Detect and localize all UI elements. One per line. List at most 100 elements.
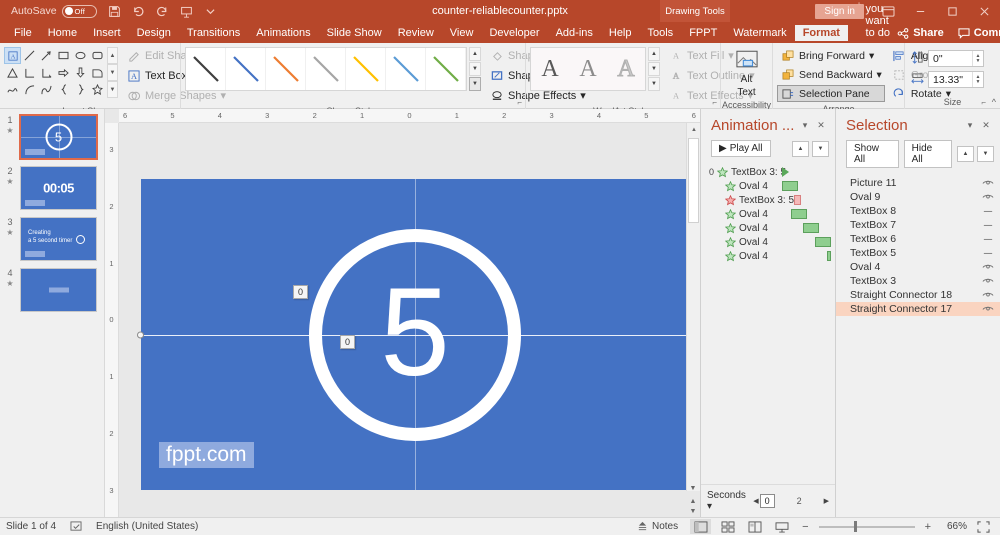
visibility-eye-icon[interactable] [981, 276, 994, 287]
selection-pane-menu-icon[interactable]: ▾ [962, 118, 978, 134]
shape-width-stepper[interactable]: ▲▼ [972, 72, 983, 87]
animation-star-icon[interactable]: ★ [3, 177, 17, 186]
visibility-eye-icon[interactable] [981, 290, 994, 301]
minimize-icon[interactable] [904, 0, 936, 22]
animation-list-item[interactable]: Oval 4 [701, 235, 835, 249]
animation-timeline-bar[interactable] [791, 209, 807, 219]
tab-fppt[interactable]: FPPT [681, 25, 725, 43]
tab-add-ins[interactable]: Add-ins [548, 25, 601, 43]
wordart-style-3[interactable]: A [607, 48, 645, 90]
customize-qat-icon[interactable] [203, 4, 218, 19]
shape-height-input[interactable]: 0" ▲▼ [928, 50, 984, 67]
thumbnail-2[interactable]: 00:05 [20, 166, 97, 210]
animation-timeline-bar[interactable] [782, 181, 798, 191]
vertical-ruler[interactable]: 3 2 1 0 1 2 3 [105, 123, 119, 517]
straight-connector-shape[interactable] [141, 335, 689, 336]
animation-star-icon[interactable]: ★ [3, 228, 17, 237]
redo-icon[interactable] [155, 4, 170, 19]
shape-gallery-scroll[interactable]: ▲ ▼ ▼ [107, 47, 118, 98]
animation-pane-menu-icon[interactable]: ▾ [797, 118, 813, 134]
animation-list-item[interactable]: Oval 4 [701, 249, 835, 263]
chevron-down-icon[interactable]: ▾ [869, 50, 874, 62]
selection-list-item[interactable]: Oval 4 [836, 260, 1000, 274]
animation-list-item[interactable]: Oval 4 [701, 179, 835, 193]
move-object-up-button[interactable]: ▲ [957, 146, 974, 162]
shape-rectangle-icon[interactable] [55, 47, 72, 64]
shape-style-3[interactable] [266, 48, 306, 90]
selection-pane-button[interactable]: Selection Pane [777, 85, 885, 102]
play-all-button[interactable]: ▶ Play All [711, 140, 771, 157]
countdown-number-text[interactable]: 5 [380, 270, 450, 395]
tab-file[interactable]: File [6, 25, 40, 43]
animation-pane-close-icon[interactable]: ✕ [813, 118, 829, 134]
connector-handle-left[interactable] [137, 331, 144, 338]
shape-scribble-icon[interactable] [4, 81, 21, 98]
visibility-eye-icon[interactable] [981, 304, 994, 315]
show-all-button[interactable]: Show All [846, 140, 899, 168]
tab-developer[interactable]: Developer [481, 25, 547, 43]
visibility-hidden-icon[interactable] [981, 234, 994, 245]
wordart-style-1[interactable]: A [531, 48, 569, 90]
wordart-style-2[interactable]: A [569, 48, 607, 90]
tell-me-search[interactable]: Tell me what you want to do [858, 0, 897, 43]
tab-slide-show[interactable]: Slide Show [319, 25, 390, 43]
visibility-eye-icon[interactable] [981, 262, 994, 273]
chevron-down-icon[interactable]: ▾ [877, 69, 882, 81]
view-normal-button[interactable] [690, 519, 711, 534]
shape-right-brace-icon[interactable] [72, 81, 89, 98]
alt-text-button[interactable]: Alt Text [726, 47, 768, 98]
shape-elbow-icon[interactable] [38, 64, 55, 81]
comments-button[interactable]: Comments [958, 27, 1000, 39]
selection-pane-close-icon[interactable]: ✕ [978, 118, 994, 134]
thumbnail-3[interactable]: Creating a 5 second timer [20, 217, 97, 261]
visibility-eye-icon[interactable] [981, 192, 994, 203]
thumbnail-item-2[interactable]: 2 ★ 00:05 [0, 166, 104, 210]
restore-icon[interactable] [936, 0, 968, 22]
selection-list-item[interactable]: Straight Connector 18 [836, 288, 1000, 302]
shape-textbox-icon[interactable]: A [4, 47, 21, 64]
wordart-scroll-up[interactable]: ▲ [648, 47, 660, 61]
shape-gallery-scroll-down[interactable]: ▼ [107, 64, 118, 81]
shape-style-7[interactable] [426, 48, 466, 90]
language-indicator[interactable]: English (United States) [96, 521, 198, 532]
animation-list-item[interactable]: TextBox 3: 5 [701, 193, 835, 207]
shape-width-input[interactable]: 13.33" ▲▼ [928, 71, 984, 88]
tab-format[interactable]: Format [795, 25, 848, 43]
timeline-scroll-left-icon[interactable]: ◀ [753, 497, 758, 505]
shape-styles-dialog-launcher[interactable]: ⌐ [517, 98, 522, 107]
next-slide-icon[interactable]: ▼ [690, 508, 697, 515]
shape-style-6[interactable] [386, 48, 426, 90]
share-button[interactable]: Share [897, 27, 944, 39]
move-object-down-button[interactable]: ▼ [977, 146, 994, 162]
move-animation-down-button[interactable]: ▼ [812, 141, 829, 157]
tab-view[interactable]: View [442, 25, 482, 43]
shape-star-icon[interactable] [89, 81, 106, 98]
animation-list[interactable]: 0 TextBox 3: 5 Oval 4 TextBox 3: 5 [701, 163, 835, 484]
shape-triangle-icon[interactable] [4, 64, 21, 81]
slide-indicator[interactable]: Slide 1 of 4 [6, 521, 56, 532]
shape-style-5[interactable] [346, 48, 386, 90]
autosave-control[interactable]: AutoSave Off [11, 5, 97, 18]
zoom-in-button[interactable]: + [921, 521, 935, 533]
selection-list-item-selected[interactable]: Straight Connector 17 [836, 302, 1000, 316]
animation-timeline-bar[interactable] [803, 223, 819, 233]
shape-styles-scroll-up[interactable]: ▲ [469, 47, 481, 61]
shape-style-4[interactable] [306, 48, 346, 90]
selection-list-item[interactable]: TextBox 8 [836, 204, 1000, 218]
shape-block-arrow-icon[interactable] [55, 64, 72, 81]
tab-design[interactable]: Design [129, 25, 179, 43]
animation-order-tag-1[interactable]: 0 [293, 285, 308, 299]
view-slideshow-button[interactable] [771, 519, 792, 534]
tab-home[interactable]: Home [40, 25, 85, 43]
size-dialog-launcher[interactable]: ⌐ [981, 98, 986, 107]
thumbnail-1[interactable]: 5 [20, 115, 97, 159]
shape-styles-scroll[interactable]: ▲ ▼ ▼ [469, 47, 481, 91]
animation-timeline-bar[interactable] [827, 251, 831, 261]
selection-list-item[interactable]: Oval 9 [836, 190, 1000, 204]
fppt-watermark[interactable]: fppt.com [159, 442, 254, 468]
horizontal-ruler[interactable]: 6 5 4 3 2 1 0 1 2 3 4 5 6 [119, 109, 700, 123]
animation-star-icon[interactable]: ★ [3, 126, 17, 135]
shape-style-2[interactable] [226, 48, 266, 90]
present-icon[interactable] [179, 4, 194, 19]
tab-tools[interactable]: Tools [640, 25, 682, 43]
